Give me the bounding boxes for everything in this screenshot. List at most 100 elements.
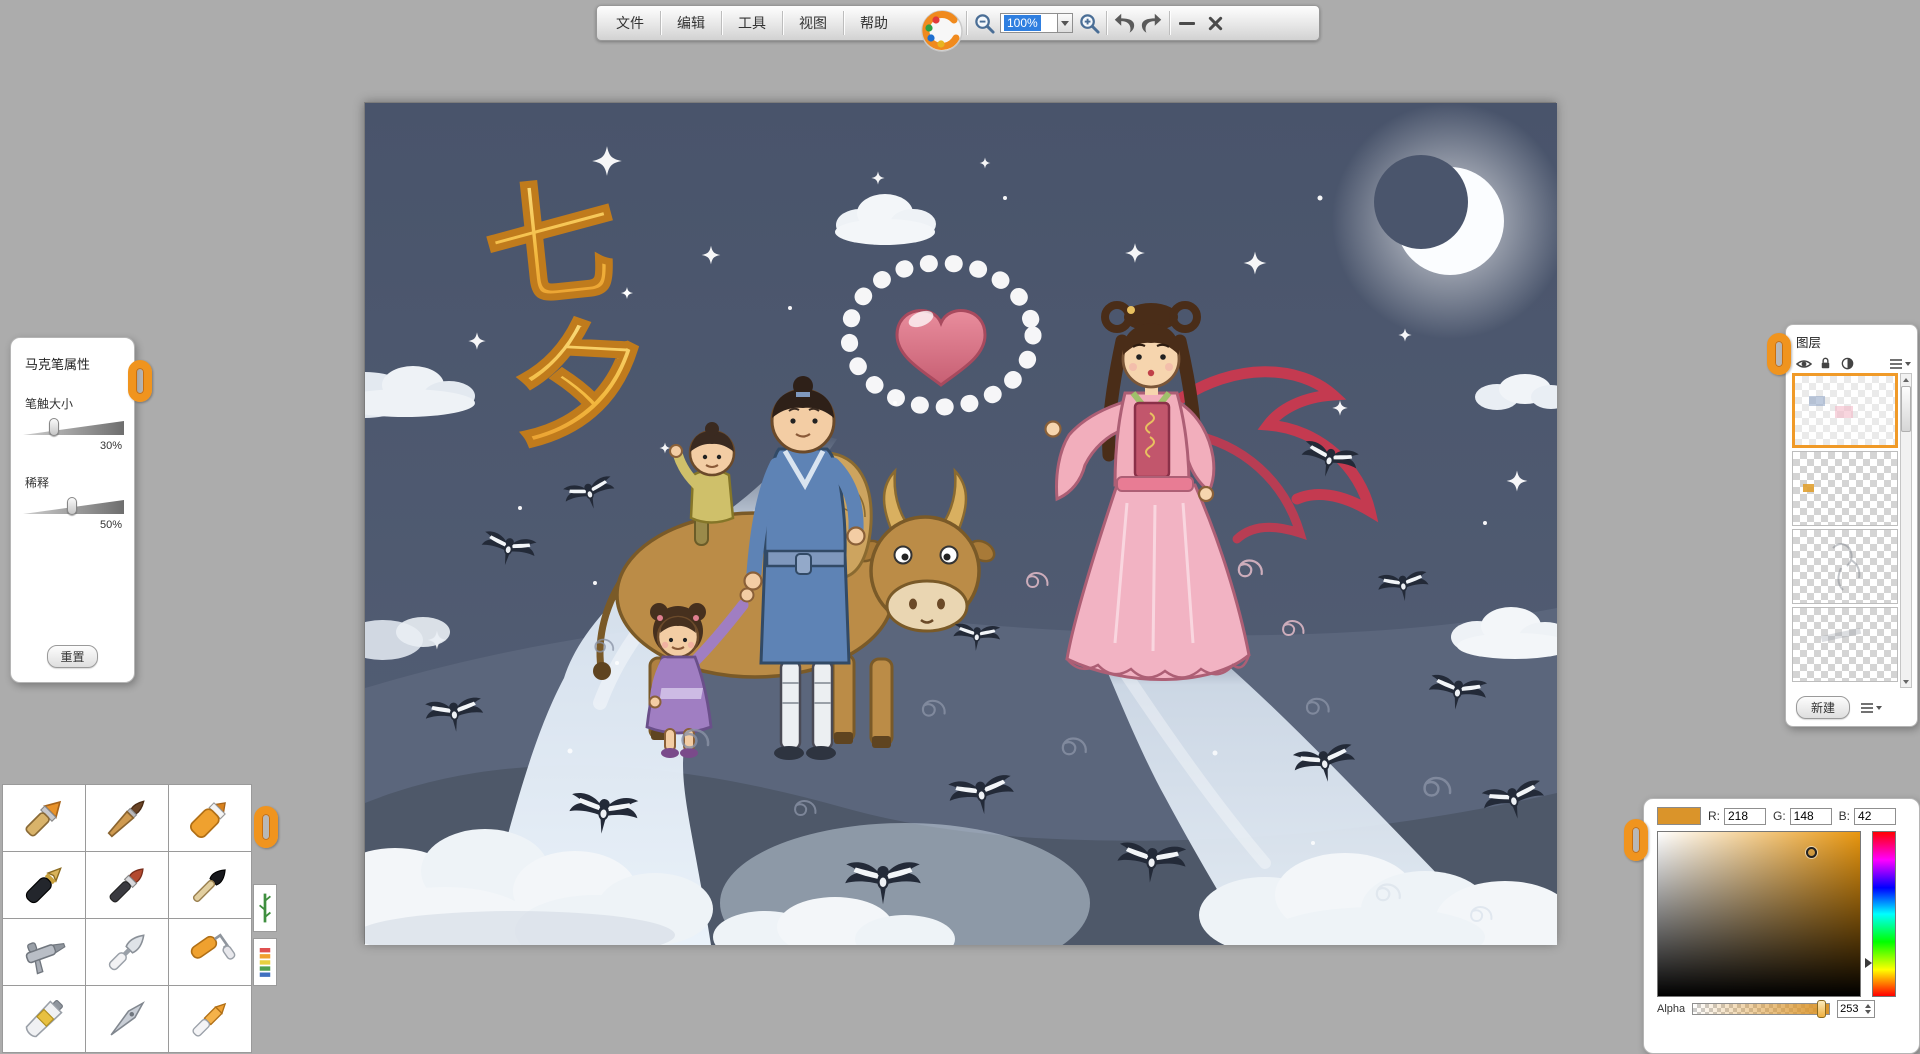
brush-round-brush[interactable] [86, 785, 168, 851]
close-icon [1208, 16, 1223, 31]
divider [1169, 11, 1170, 35]
minimize-icon [1179, 22, 1195, 25]
qixi-char-bottom: 夕 [507, 309, 651, 468]
slider-knob[interactable] [67, 497, 77, 515]
layer-list [1792, 373, 1900, 685]
qixi-char-top: 七 [478, 166, 625, 326]
g-value-field[interactable] [1790, 808, 1832, 825]
brush-size-label: 笔触大小 [11, 373, 134, 418]
color-set-tab[interactable] [253, 938, 277, 986]
layer-item[interactable] [1792, 607, 1898, 682]
redo-button[interactable] [1138, 9, 1166, 37]
hue-indicator [1865, 958, 1872, 968]
dilute-value: 50% [11, 515, 134, 531]
marker-panel-title: 马克笔属性 [11, 338, 134, 373]
undo-button[interactable] [1110, 9, 1138, 37]
zoom-out-button[interactable] [970, 9, 998, 37]
menu-help[interactable]: 帮助 [847, 7, 901, 40]
menu-file[interactable]: 文件 [603, 7, 657, 40]
brush-category-strip [253, 884, 277, 986]
layer-menu-button[interactable] [1889, 358, 1911, 370]
chevron-down-icon [1061, 21, 1069, 26]
dilute-label: 稀释 [11, 452, 134, 497]
minimize-button[interactable] [1173, 9, 1201, 37]
brush-size-slider[interactable] [23, 418, 124, 436]
crescent-moon [1332, 103, 1557, 339]
brush-paint-tube[interactable] [3, 986, 85, 1052]
top-toolbar: 文件 编辑 工具 视图 帮助 100% [596, 5, 1320, 41]
brush-paint-brush[interactable] [86, 852, 168, 918]
chevron-down-icon [1905, 362, 1911, 366]
zoom-level-field[interactable]: 100% [1000, 13, 1058, 33]
scroll-up-arrow[interactable] [1901, 374, 1911, 385]
marker-properties-panel: 马克笔属性 笔触大小 30% 稀释 50% 重置 [10, 337, 135, 683]
divider [843, 11, 844, 35]
divider [1106, 11, 1107, 35]
layer-list-scrollbar[interactable] [1900, 373, 1912, 688]
reset-button[interactable]: 重置 [47, 645, 97, 668]
brush-crayon[interactable] [169, 986, 251, 1052]
layer-item[interactable] [1792, 451, 1898, 526]
brush-flat-brush[interactable] [3, 785, 85, 851]
menu-edit[interactable]: 编辑 [664, 7, 718, 40]
alpha-slider[interactable] [1692, 1003, 1830, 1015]
zoom-level-value: 100% [1004, 15, 1041, 31]
scrollbar-thumb[interactable] [1901, 386, 1911, 432]
b-label: B: [1839, 809, 1850, 823]
divider [660, 11, 661, 35]
current-color-swatch [1657, 807, 1701, 825]
hue-slider[interactable] [1872, 831, 1896, 997]
alpha-gradient [1693, 1004, 1829, 1014]
brush-picker-panel [2, 784, 252, 1053]
layer-options-button[interactable] [1860, 702, 1882, 714]
g-label: G: [1773, 809, 1786, 823]
zoom-dropdown-button[interactable] [1058, 13, 1073, 33]
b-value-field[interactable] [1854, 808, 1896, 825]
menu-view[interactable]: 视图 [786, 7, 840, 40]
layer-item-selected[interactable] [1792, 373, 1898, 448]
slider-track [23, 421, 124, 435]
value-gradient [1658, 832, 1860, 996]
divider [721, 11, 722, 35]
color-cursor[interactable] [1806, 847, 1817, 858]
panel-clip-handle[interactable] [1624, 819, 1648, 861]
brush-fountain-pen[interactable] [3, 852, 85, 918]
layer-item[interactable] [1792, 529, 1898, 604]
chevron-down-icon [1876, 706, 1882, 710]
dilute-slider[interactable] [23, 497, 124, 515]
layer-visibility-icon[interactable] [1795, 355, 1812, 372]
layer-blend-icon[interactable] [1839, 355, 1856, 372]
brush-size-value: 30% [11, 436, 134, 452]
app-logo-icon[interactable] [915, 7, 969, 57]
slider-knob[interactable] [49, 418, 59, 436]
alpha-knob[interactable] [1817, 1000, 1826, 1018]
layers-panel-title: 图层 [1786, 325, 1917, 351]
brush-palette-knife[interactable] [86, 919, 168, 985]
r-value-field[interactable] [1724, 808, 1766, 825]
brush-marker[interactable] [169, 785, 251, 851]
r-label: R: [1708, 809, 1720, 823]
alpha-label: Alpha [1657, 1003, 1685, 1015]
paint-app-window: { "window": { "background": "#acacac" },… [0, 0, 1920, 1050]
divider [782, 11, 783, 35]
menu-tools[interactable]: 工具 [725, 7, 779, 40]
saturation-value-picker[interactable] [1657, 831, 1861, 997]
alpha-value-field[interactable] [1838, 1003, 1862, 1015]
drawing-canvas[interactable]: 七 夕 [364, 102, 1556, 944]
panel-clip-handle[interactable] [128, 360, 152, 402]
brush-ink-brush[interactable] [169, 852, 251, 918]
alpha-spinner[interactable] [1862, 1004, 1873, 1014]
panel-clip-handle[interactable] [1767, 333, 1791, 375]
scroll-down-arrow[interactable] [1901, 676, 1911, 687]
zoom-level-control: 100% [1000, 13, 1073, 33]
brush-paint-roller[interactable] [169, 919, 251, 985]
color-picker-panel: R: G: B: Alpha [1643, 798, 1920, 1054]
panel-clip-handle[interactable] [254, 806, 278, 848]
brush-airbrush[interactable] [3, 919, 85, 985]
bamboo-brush-tab[interactable] [253, 884, 277, 932]
zoom-in-button[interactable] [1075, 9, 1103, 37]
close-button[interactable] [1201, 9, 1229, 37]
new-layer-button[interactable]: 新建 [1796, 696, 1850, 719]
layer-lock-icon[interactable] [1817, 355, 1834, 372]
brush-metal-nib-pen[interactable] [86, 986, 168, 1052]
